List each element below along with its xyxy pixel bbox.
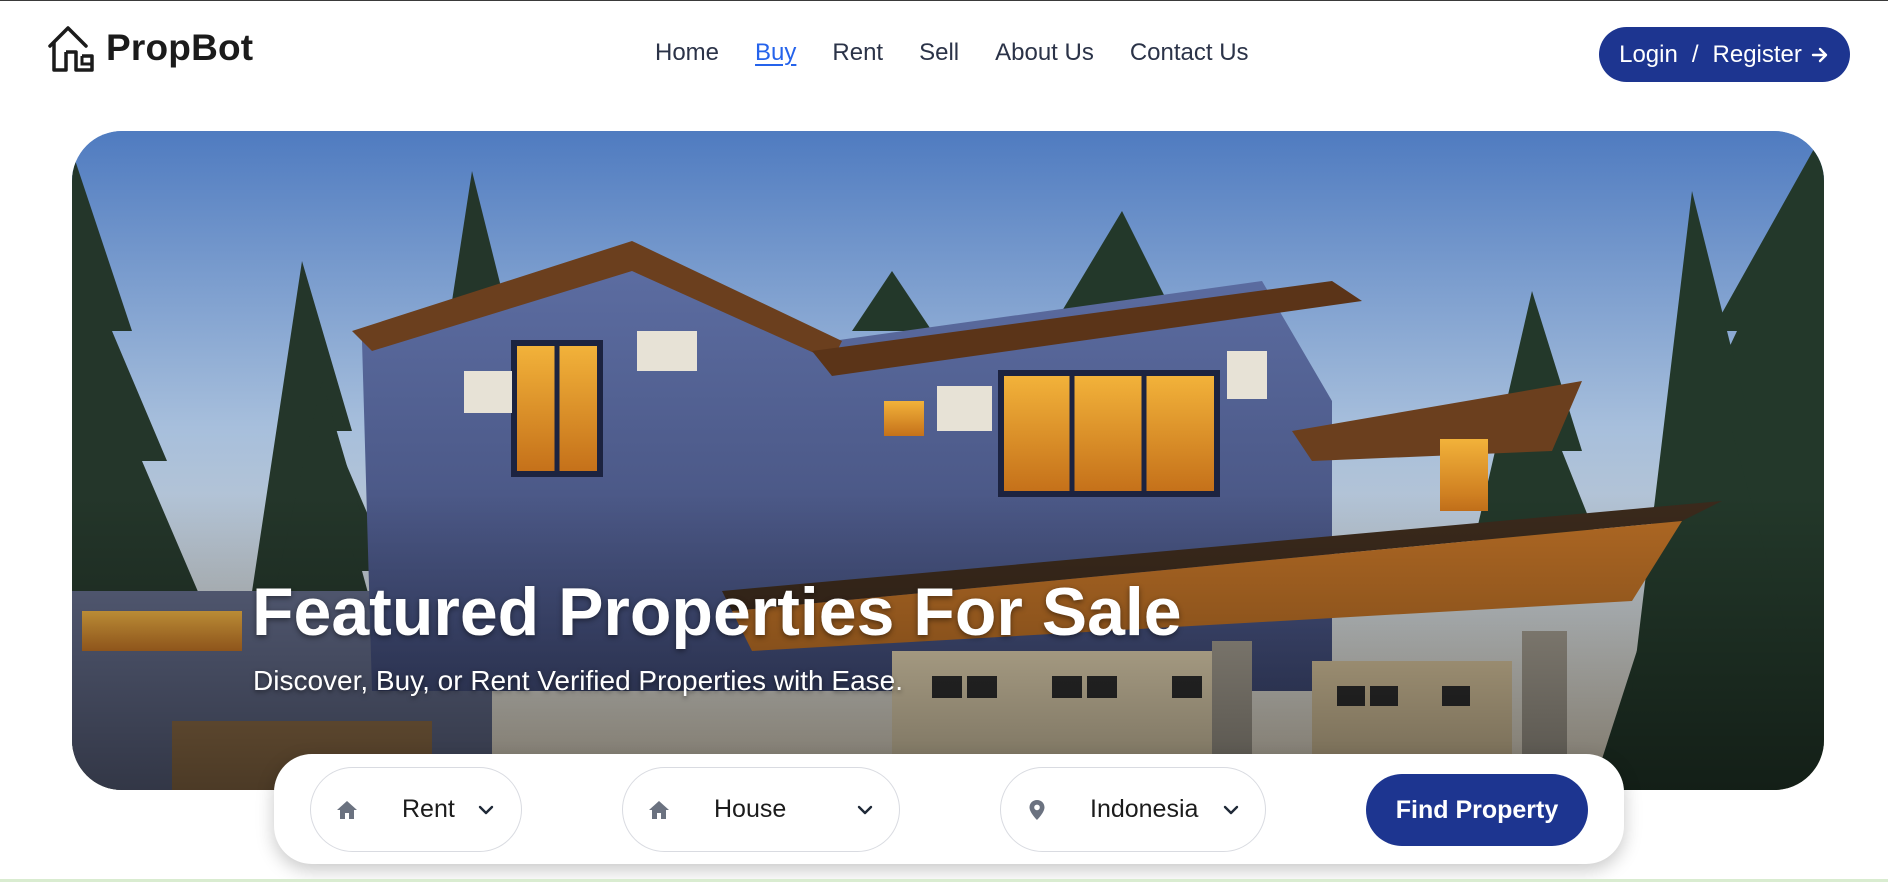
site-header: PropBot Home Buy Rent Sell About Us Cont… — [0, 1, 1888, 109]
nav-home[interactable]: Home — [655, 39, 719, 67]
nav-about-us[interactable]: About Us — [995, 39, 1094, 67]
location-value: Indonesia — [1090, 795, 1199, 823]
hero-title: Featured Properties For Sale — [252, 574, 1182, 650]
map-pin-icon — [1029, 800, 1045, 820]
home-icon — [649, 801, 669, 819]
listing-type-value: Rent — [402, 795, 455, 823]
house-outline-icon — [48, 26, 94, 72]
login-label: Login — [1619, 40, 1678, 68]
find-property-button[interactable]: Find Property — [1366, 774, 1588, 846]
chevron-down-icon — [478, 805, 494, 815]
auth-separator: / — [1691, 40, 1699, 68]
property-search-bar: Rent House Indonesia Find Property — [274, 754, 1624, 864]
brand-name: PropBot — [106, 27, 254, 68]
nav-rent[interactable]: Rent — [832, 39, 883, 67]
nav-buy[interactable]: Buy — [755, 39, 796, 67]
chevron-down-icon — [857, 805, 873, 815]
register-label: Register — [1712, 40, 1802, 68]
arrow-right-icon — [1811, 47, 1828, 62]
main-nav: Home Buy Rent Sell About Us Contact Us — [655, 39, 1249, 67]
hero-banner: Featured Properties For Sale Discover, B… — [72, 131, 1824, 790]
chevron-down-icon — [1223, 805, 1239, 815]
location-select[interactable]: Indonesia — [1000, 767, 1266, 852]
property-type-select[interactable]: House — [622, 767, 900, 852]
login-register-button[interactable]: Login / Register — [1599, 27, 1850, 82]
nav-sell[interactable]: Sell — [919, 39, 959, 67]
brand[interactable]: PropBot — [46, 21, 253, 75]
property-type-value: House — [714, 795, 787, 823]
home-icon — [337, 801, 357, 819]
hero-subtitle: Discover, Buy, or Rent Verified Properti… — [253, 665, 903, 696]
nav-contact-us[interactable]: Contact Us — [1130, 39, 1249, 67]
listing-type-select[interactable]: Rent — [310, 767, 522, 852]
